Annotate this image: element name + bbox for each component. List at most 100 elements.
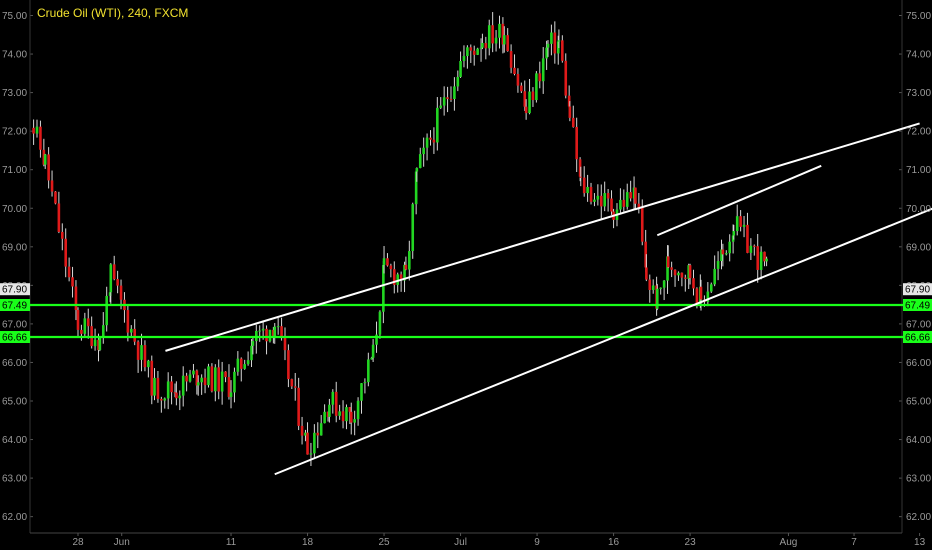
candle-up [261,328,265,331]
y-tick-label-right: 66.00 [906,358,931,369]
candle-down [506,35,509,52]
candle-up [181,375,185,396]
candle-down [673,269,677,276]
y-tick-label-right: 71.00 [906,165,931,176]
candle-down [175,392,178,399]
candle-up [233,371,236,393]
candle-down [239,358,243,369]
candle-up [528,91,531,114]
y-tick-label-right: 62.00 [906,512,931,523]
y-tick-label-right: 65.00 [906,397,931,408]
y-tick-label-right: 67.00 [906,319,931,330]
candle-down [150,360,154,396]
x-tick-label: 25 [378,537,390,548]
candle-down [126,310,130,333]
y-tick-label-left: 63.00 [2,474,27,485]
y-tick-label-left: 75.00 [2,11,27,22]
candle-down [86,318,90,327]
candle-down [449,98,453,100]
candle-up [98,337,102,351]
y-tick-label-left: 74.00 [2,50,27,61]
candle-down [721,249,725,255]
candle-down [648,279,652,290]
candle-down [634,187,637,204]
candle-up [345,407,348,422]
candle-down [432,139,436,143]
candle-down [645,267,648,280]
candle-up [178,395,182,399]
candle-down [752,245,756,247]
candle-up [541,58,545,82]
candle-down [32,127,35,134]
candle-down [513,67,516,75]
x-tick-label: 9 [534,537,540,548]
candle-up [363,382,367,384]
candle-up [724,253,728,255]
candle-up [596,195,600,200]
candle-up [411,204,415,252]
candle-down [349,411,353,423]
y-tick-label-left: 71.00 [2,165,27,176]
candle-up [147,360,150,368]
candle-down [472,50,476,55]
candle-up [382,258,386,265]
y-tick-label-right: 69.00 [906,242,931,253]
candle-up [546,43,550,48]
candle-up [109,264,113,293]
candle-down [316,432,320,436]
candle-up [163,398,167,401]
candle-down [695,288,699,305]
candle-down [622,199,626,207]
candle-up [200,377,203,383]
candle-up [258,330,262,332]
candle-down [54,191,57,204]
candle-up [367,359,370,383]
candle-down [160,398,163,401]
candle-down [50,180,54,192]
candle-down [531,91,535,101]
y-tick-label-right: 64.00 [906,435,931,446]
candle-up [153,377,156,396]
candle-up [732,231,736,236]
candle-up [408,251,411,270]
candle-up [276,326,280,328]
candle-up [251,341,255,346]
candle-up [759,251,763,270]
candle-up [196,382,200,386]
candle-down [80,329,83,334]
y-tick-label-right: 63.00 [906,474,931,485]
price-tag-label: 67.49 [2,301,27,312]
candle-up [313,432,316,454]
candle-up [735,216,739,232]
candle-down [575,126,578,160]
candle-up [371,344,375,358]
candle-up [728,241,732,254]
candle-down [491,25,494,44]
candle-up [360,383,363,401]
candle-down [589,186,593,202]
candle-down [57,203,61,232]
candle-up [220,371,224,392]
candle-down [524,106,528,114]
candle-up [742,224,746,227]
candle-up [425,137,429,148]
candle-up [43,154,47,165]
x-tick-label: 18 [302,537,314,548]
candle-up [659,287,663,289]
y-tick-label-left: 73.00 [2,88,27,99]
candle-up [476,48,479,55]
candle-up [207,366,210,386]
candle-down [39,126,42,150]
price-tag-label: 66.66 [2,333,27,344]
candle-down [561,40,564,61]
candle-down [564,60,568,96]
candle-up [418,154,422,169]
candle-down [116,279,119,286]
candle-up [415,168,419,172]
candle-down [71,277,74,287]
candle-down [133,328,136,342]
candle-down [520,85,523,92]
price-tag-label: 67.49 [905,301,930,312]
candle-up [319,423,323,436]
candle-down [688,265,692,279]
